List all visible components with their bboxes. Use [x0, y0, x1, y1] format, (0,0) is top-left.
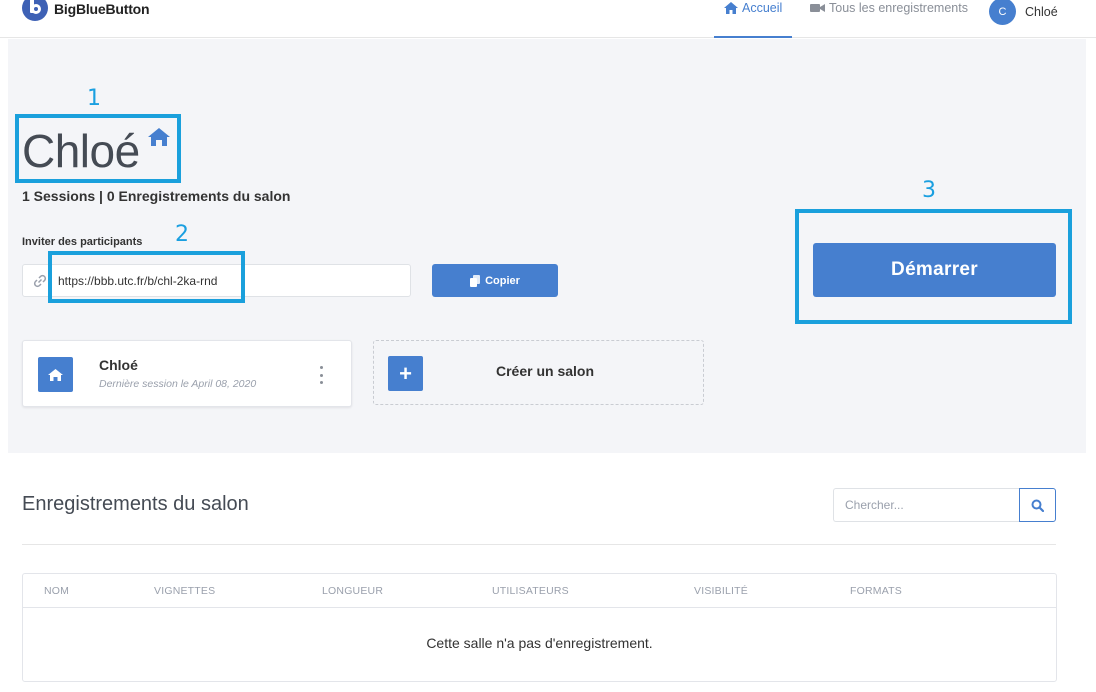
nav-home-label: Accueil	[742, 1, 783, 15]
active-tab-indicator	[714, 36, 792, 38]
copy-icon	[470, 274, 481, 287]
copy-button[interactable]: Copier	[432, 264, 558, 297]
video-camera-icon	[810, 4, 825, 12]
start-button[interactable]: Démarrer	[813, 243, 1056, 297]
column-header-visibility[interactable]: VISIBILITÉ	[694, 585, 748, 597]
room-card-home-icon	[38, 357, 73, 392]
nav-recordings-link[interactable]: Tous les enregistrements	[810, 1, 968, 15]
room-title: Chloé	[22, 125, 140, 177]
copy-button-label: Copier	[485, 274, 520, 287]
room-card-name: Chloé	[99, 357, 138, 373]
room-card-last-session: Dernière session le April 08, 2020	[99, 378, 257, 390]
annotation-number-3: 3	[922, 178, 936, 203]
empty-recordings-message: Cette salle n'a pas d'enregistrement.	[426, 635, 653, 651]
user-name: Chloé	[1025, 5, 1058, 19]
recordings-table: NOM VIGNETTES LONGUEUR UTILISATEURS VISI…	[22, 573, 1057, 682]
plus-icon: +	[388, 356, 423, 391]
recordings-title: Enregistrements du salon	[22, 493, 249, 515]
annotation-box-2	[48, 251, 245, 303]
create-room-card[interactable]: + Créer un salon	[373, 340, 704, 405]
nav-home-link[interactable]: Accueil	[724, 1, 782, 15]
top-navbar: BigBlueButton Accueil Tous les enregistr…	[0, 0, 1096, 38]
room-stats: 1 Sessions | 0 Enregistrements du salon	[22, 188, 291, 204]
invite-label: Inviter des participants	[22, 236, 143, 248]
column-header-name[interactable]: NOM	[44, 585, 69, 597]
search-button[interactable]	[1019, 488, 1056, 522]
column-header-formats[interactable]: FORMATS	[850, 585, 902, 597]
search-input[interactable]	[833, 488, 1021, 522]
user-menu[interactable]: C Chloé	[989, 0, 1058, 25]
room-card[interactable]: Chloé Dernière session le April 08, 2020	[22, 340, 352, 407]
column-header-length[interactable]: LONGUEUR	[322, 585, 383, 597]
home-room-icon	[148, 128, 170, 146]
brand-name: BigBlueButton	[54, 1, 150, 17]
link-icon	[33, 274, 47, 288]
column-header-users[interactable]: UTILISATEURS	[492, 585, 569, 597]
search-icon	[1031, 499, 1044, 512]
table-header: NOM VIGNETTES LONGUEUR UTILISATEURS VISI…	[23, 574, 1056, 608]
nav-recordings-label: Tous les enregistrements	[829, 1, 968, 15]
annotation-number-1: 1	[87, 86, 101, 111]
kebab-menu-icon[interactable]	[317, 366, 325, 384]
section-divider	[22, 544, 1056, 545]
annotation-number-2: 2	[175, 222, 189, 247]
bigbluebutton-logo-icon	[22, 0, 48, 21]
column-header-thumbnails[interactable]: VIGNETTES	[154, 585, 215, 597]
brand-logo-link[interactable]: BigBlueButton	[22, 0, 150, 22]
home-icon	[724, 2, 738, 14]
avatar: C	[989, 0, 1016, 25]
create-room-label: Créer un salon	[496, 363, 595, 379]
